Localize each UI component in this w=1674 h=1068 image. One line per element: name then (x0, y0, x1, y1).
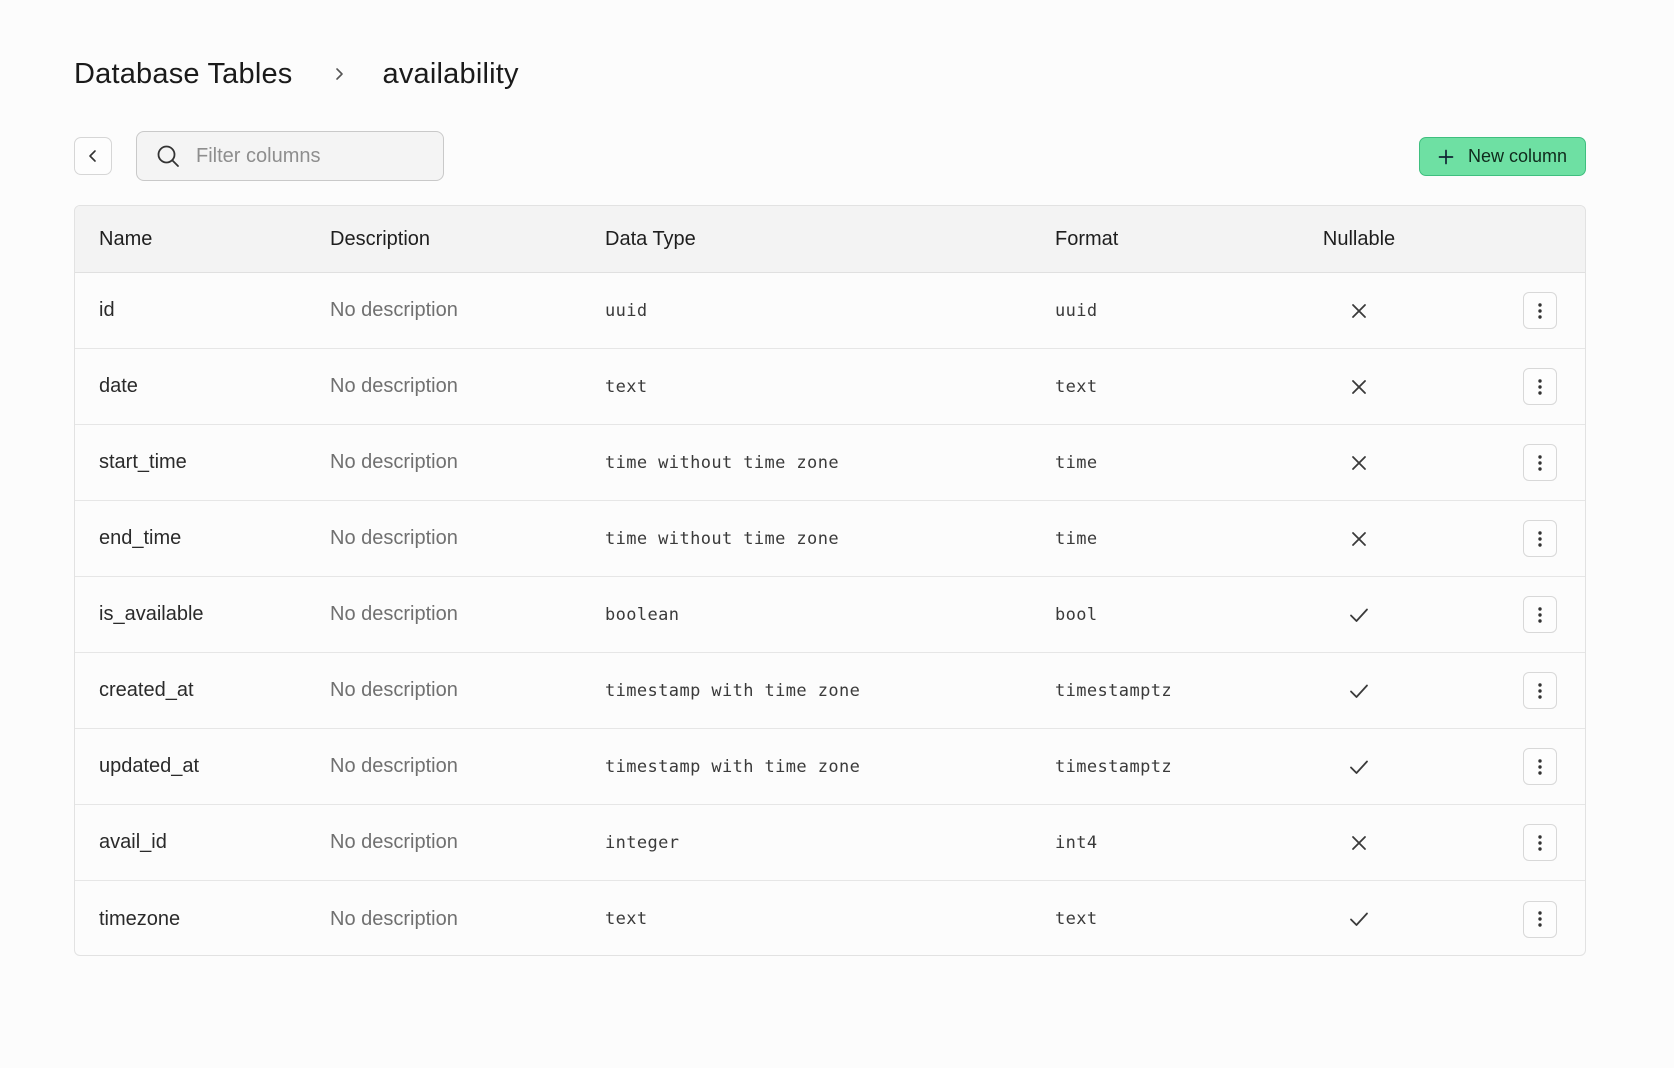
check-icon (1329, 683, 1389, 699)
column-data-type: boolean (605, 604, 680, 625)
column-description: No description (330, 831, 458, 853)
column-data-type: time without time zone (605, 452, 839, 473)
column-name: end_time (99, 527, 182, 549)
table-row[interactable]: id No description uuid uuid (75, 273, 1585, 349)
cross-icon (1329, 455, 1389, 471)
column-name: start_time (99, 451, 187, 473)
cross-icon (1329, 835, 1389, 851)
column-description: No description (330, 679, 458, 701)
row-actions-button[interactable] (1523, 824, 1557, 861)
column-name: is_available (99, 603, 204, 625)
header-nullable: Nullable (1322, 227, 1396, 250)
new-column-label: New column (1467, 146, 1568, 166)
more-vertical-icon (1538, 454, 1542, 472)
column-description: No description (330, 527, 458, 549)
header-format: Format (1055, 227, 1119, 250)
column-name: avail_id (99, 831, 167, 853)
row-actions-button[interactable] (1523, 292, 1557, 329)
cross-icon (1329, 531, 1389, 547)
header-name: Name (99, 227, 153, 250)
column-data-type: uuid (605, 300, 648, 321)
column-format: int4 (1055, 832, 1098, 853)
table-row[interactable]: created_at No description timestamp with t… (75, 653, 1585, 729)
row-actions-button[interactable] (1523, 748, 1557, 785)
column-format: time (1055, 452, 1098, 473)
chevron-right-icon (321, 67, 359, 81)
page: Database Tables availability New column … (0, 0, 1674, 1068)
column-description: No description (330, 755, 458, 777)
column-data-type: timestamp with time zone (605, 680, 861, 701)
row-actions-button[interactable] (1523, 368, 1557, 405)
breadcrumb-current: availability (382, 57, 519, 90)
table-row[interactable]: is_available No description boolean bool (75, 577, 1585, 653)
table-body: id No description uuid uuid date No descripti… (75, 273, 1585, 955)
breadcrumb-root[interactable]: Database Tables (74, 58, 293, 91)
column-format: timestamptz (1055, 680, 1172, 701)
more-vertical-icon (1538, 302, 1542, 320)
table-row[interactable]: end_time No description time without time … (75, 501, 1585, 577)
column-name: id (99, 299, 115, 321)
row-actions-button[interactable] (1523, 672, 1557, 709)
column-name: created_at (99, 679, 194, 701)
table-row[interactable]: timezone No description text text (75, 881, 1585, 955)
column-description: No description (330, 603, 458, 625)
check-icon (1329, 911, 1389, 927)
cross-icon (1329, 379, 1389, 395)
row-actions-button[interactable] (1523, 520, 1557, 557)
search-icon (157, 145, 179, 167)
cross-icon (1329, 303, 1389, 319)
column-format: bool (1055, 604, 1098, 625)
row-actions-button[interactable] (1523, 900, 1557, 938)
column-data-type: time without time zone (605, 528, 839, 549)
table-row[interactable]: avail_id No description integer int4 (75, 805, 1585, 881)
more-vertical-icon (1538, 910, 1542, 928)
column-description: No description (330, 375, 458, 397)
more-vertical-icon (1538, 834, 1542, 852)
column-format: timestamptz (1055, 756, 1172, 777)
breadcrumb: Database Tables availability (74, 52, 519, 96)
row-actions-button[interactable] (1523, 596, 1557, 633)
more-vertical-icon (1538, 682, 1542, 700)
column-format: text (1055, 376, 1098, 397)
table-header: Name Description Data Type Format Nullab… (75, 206, 1585, 273)
column-format: text (1055, 909, 1098, 929)
table-row[interactable]: start_time No description time without tim… (75, 425, 1585, 501)
row-actions-button[interactable] (1523, 444, 1557, 481)
column-name: timezone (99, 907, 181, 930)
search-input[interactable] (196, 144, 436, 168)
column-description: No description (330, 451, 458, 473)
column-data-type: timestamp with time zone (605, 756, 861, 777)
column-data-type: integer (605, 832, 680, 853)
new-column-button[interactable]: New column (1419, 137, 1586, 176)
plus-icon (1438, 149, 1454, 164)
column-name: updated_at (99, 755, 200, 777)
more-vertical-icon (1538, 758, 1542, 776)
column-format: time (1055, 528, 1098, 549)
back-button[interactable] (74, 137, 112, 175)
check-icon (1329, 607, 1389, 623)
check-icon (1329, 759, 1389, 775)
table-row[interactable]: date No description text text (75, 349, 1585, 425)
columns-table: Name Description Data Type Format Nullab… (74, 205, 1586, 956)
chevron-left-icon (89, 150, 96, 162)
column-data-type: text (605, 909, 648, 929)
column-description: No description (330, 907, 458, 930)
header-description: Description (330, 227, 431, 250)
column-name: date (99, 375, 138, 397)
more-vertical-icon (1538, 530, 1542, 548)
column-format: uuid (1055, 300, 1098, 321)
table-row[interactable]: updated_at No description timestamp with t… (75, 729, 1585, 805)
header-data-type: Data Type (605, 227, 696, 250)
column-data-type: text (605, 376, 648, 397)
more-vertical-icon (1538, 378, 1542, 396)
column-description: No description (330, 299, 458, 321)
more-vertical-icon (1538, 606, 1542, 624)
search-box[interactable] (136, 131, 444, 181)
